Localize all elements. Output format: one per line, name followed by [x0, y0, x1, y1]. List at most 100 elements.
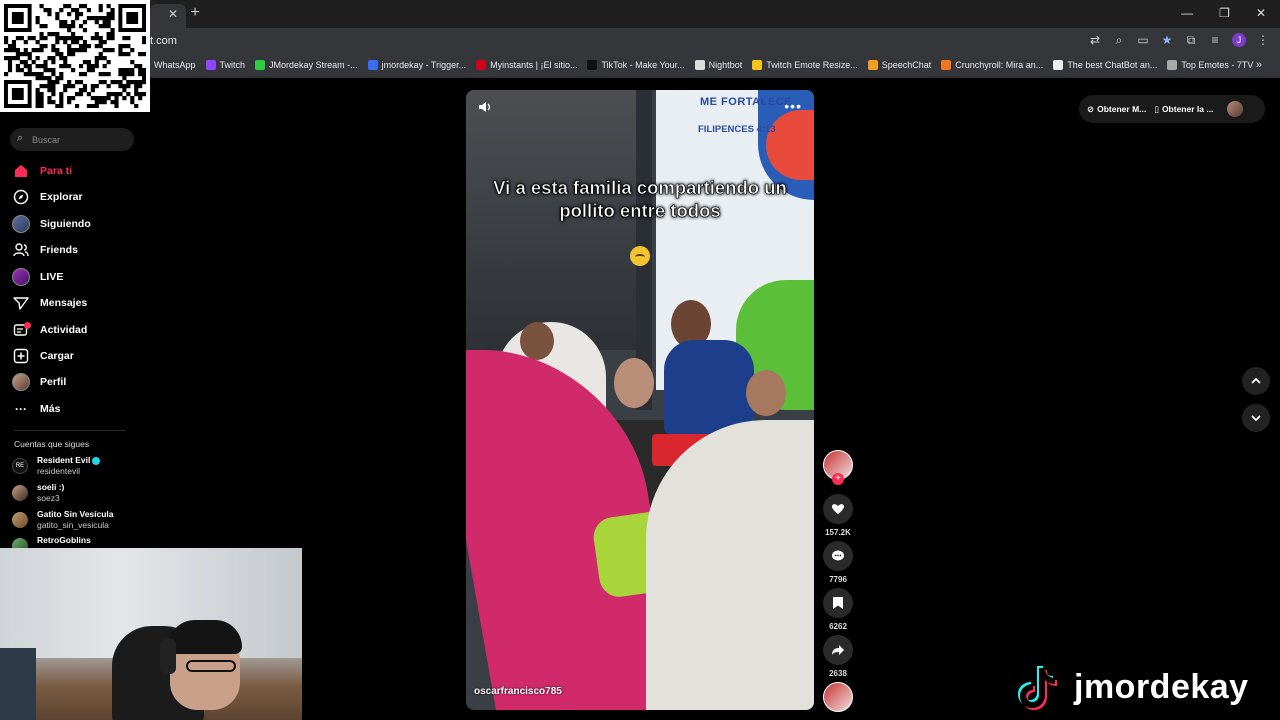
bookmark-label: WhatsApp	[154, 60, 196, 70]
bookmark-label: SpeechChat	[881, 60, 932, 70]
nav-siguiendo[interactable]: Siguiendo	[12, 214, 91, 234]
friends-icon	[12, 241, 30, 259]
following-item[interactable]: RE Resident Evil residentevil	[12, 454, 142, 478]
following-name: Gatito Sin Vesícula	[37, 509, 114, 519]
following-name: Resident Evil	[37, 455, 101, 465]
zoom-icon[interactable]: ⌕	[1112, 33, 1126, 47]
streamer-watermark: jmordekay	[1012, 658, 1249, 716]
saves-count: 6262	[829, 622, 847, 631]
menu-kebab-icon[interactable]: ⋮	[1256, 33, 1270, 47]
nav-label: Más	[40, 403, 61, 415]
save-button[interactable]	[823, 588, 853, 618]
nav-mas[interactable]: ··· Más	[12, 399, 60, 419]
video-player[interactable]: ME FORTALECE FILIPENCES 4:13 Vi a esta f…	[466, 90, 814, 710]
search-input[interactable]	[32, 130, 128, 149]
translate-icon[interactable]: ⇄	[1088, 33, 1102, 47]
nav-live[interactable]: LIVE	[12, 267, 63, 287]
nav-para-ti[interactable]: Para ti	[12, 161, 72, 181]
chevron-up-icon	[1251, 377, 1261, 384]
tab-strip: ✕ + — ❐ ✕	[0, 0, 1280, 28]
nav-explorar[interactable]: Explorar	[12, 187, 83, 207]
bookmarks-overflow-icon[interactable]: »	[1256, 59, 1262, 71]
divider	[14, 430, 126, 431]
volume-icon[interactable]	[478, 100, 492, 117]
minimize-button[interactable]: —	[1181, 6, 1193, 20]
bookmark-favicon-icon	[1167, 60, 1178, 70]
window-controls: — ❐ ✕	[1181, 6, 1266, 20]
bookmark-item[interactable]: Twitch	[205, 60, 245, 70]
following-user: soez3	[37, 493, 60, 503]
following-item[interactable]: Gatito Sin Vesícula gatito_sin_vesicula	[12, 508, 142, 532]
bookmark-item[interactable]: Twitch Emote Resize...	[752, 60, 858, 70]
cast-icon[interactable]: ▭	[1136, 33, 1150, 47]
next-video-button[interactable]	[1242, 404, 1270, 432]
nav-label: Actividad	[40, 324, 88, 336]
verified-icon	[92, 456, 101, 465]
extensions-icon[interactable]: ⧉	[1184, 33, 1198, 47]
nav-perfil[interactable]: Perfil	[12, 372, 66, 392]
nav-mensajes[interactable]: Mensajes	[12, 293, 87, 313]
address-bar[interactable]: t.com	[150, 35, 177, 47]
bookmark-item[interactable]: The best ChatBot an...	[1053, 60, 1157, 70]
user-avatar[interactable]	[1227, 101, 1244, 117]
bookmark-list: WhatsApp Twitch JMordekay Stream -... jmord…	[140, 60, 1253, 70]
nav-label: Explorar	[40, 191, 83, 203]
bookmark-icon	[833, 597, 843, 609]
bookmark-label: TikTok - Make Your...	[601, 60, 685, 70]
follow-plus-icon[interactable]: +	[832, 473, 844, 485]
get-app-mobile-button[interactable]: ▯ Obtener la ...	[1154, 104, 1213, 115]
bookmark-item[interactable]: Nightbot	[694, 60, 742, 70]
close-window-button[interactable]: ✕	[1256, 6, 1266, 20]
video-author[interactable]: oscarfrancisco785	[474, 686, 562, 697]
bookmark-item[interactable]: JMordekay Stream -...	[255, 60, 358, 70]
nav-label: Mensajes	[40, 297, 88, 309]
bookmark-favicon-icon	[752, 60, 763, 70]
bookmark-item[interactable]: Top Emotes - 7TV	[1167, 60, 1253, 70]
like-button[interactable]	[823, 494, 853, 524]
bookmark-item[interactable]: TikTok - Make Your...	[587, 60, 685, 70]
bookmark-item[interactable]: SpeechChat	[867, 60, 932, 70]
avatar	[12, 512, 28, 528]
bookmark-item[interactable]: Myinstants | ¡El sitio...	[476, 60, 577, 70]
nav-label: Friends	[40, 244, 78, 256]
nav-cargar[interactable]: Cargar	[12, 346, 74, 366]
following-user: gatito_sin_vesicula	[37, 520, 109, 530]
bookmark-label: Myinstants | ¡El sitio...	[490, 60, 578, 70]
nav-actividad[interactable]: Actividad	[12, 320, 87, 340]
nav-friends[interactable]: Friends	[12, 240, 78, 260]
sound-avatar[interactable]	[823, 682, 853, 712]
bookmark-item[interactable]: Crunchyroll: Mira an...	[941, 60, 1043, 70]
new-tab-button[interactable]: +	[188, 4, 202, 22]
coin-icon: ⊘	[1087, 103, 1095, 114]
nav-label: LIVE	[40, 271, 64, 283]
nav-label: Perfil	[40, 376, 67, 388]
bookmark-label: Crunchyroll: Mira an...	[955, 60, 1044, 70]
wall-text: FILIPENCES 4:13	[698, 124, 776, 135]
search-box[interactable]: ⌕	[10, 128, 134, 151]
bookmark-star-icon[interactable]: ★	[1160, 33, 1174, 47]
bookmark-label: Twitch Emote Resize...	[766, 60, 858, 70]
live-icon	[12, 268, 30, 286]
profile-avatar-icon[interactable]: J	[1232, 33, 1246, 47]
tiktok-logo-icon	[1012, 662, 1062, 712]
bookmarks-bar: WhatsApp Twitch JMordekay Stream -... jmord…	[0, 56, 1280, 78]
comment-button[interactable]	[823, 541, 853, 571]
previous-video-button[interactable]	[1242, 367, 1270, 395]
pleading-face-emoji	[630, 246, 650, 266]
close-tab-icon[interactable]: ✕	[168, 7, 178, 21]
bookmark-favicon-icon	[867, 60, 878, 70]
bookmark-item[interactable]: jmordekay - Trigger...	[367, 60, 466, 70]
get-app-button[interactable]: ⊘ Obtener M...	[1087, 104, 1146, 115]
qr-code	[0, 0, 150, 112]
home-icon	[12, 162, 30, 180]
active-tab[interactable]: ✕	[150, 4, 186, 28]
reading-list-icon[interactable]: ≡	[1208, 33, 1222, 47]
restore-button[interactable]: ❐	[1219, 6, 1230, 20]
qr-code-graphic	[4, 4, 146, 108]
share-button[interactable]	[823, 635, 853, 665]
send-icon	[12, 294, 30, 312]
more-icon: ···	[15, 402, 27, 416]
following-item[interactable]: soeli :) soez3	[12, 481, 142, 505]
search-icon: ⌕	[17, 132, 24, 144]
more-options-icon[interactable]: •••	[784, 98, 802, 114]
